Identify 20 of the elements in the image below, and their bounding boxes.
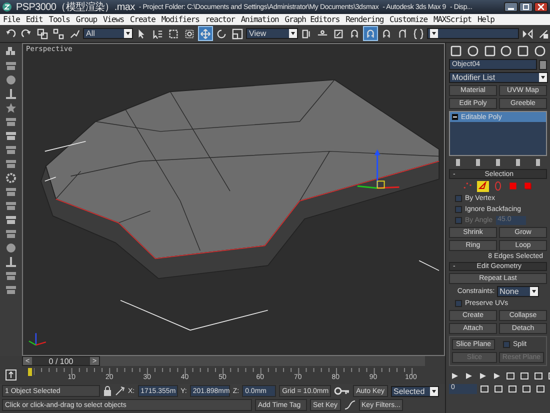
menu-item[interactable]: Views bbox=[102, 15, 124, 24]
constraints-dropdown[interactable]: None bbox=[496, 286, 539, 297]
menu-item[interactable]: Rendering bbox=[346, 15, 384, 24]
menu-item[interactable]: reactor bbox=[205, 15, 235, 24]
reference-coordinate-dropdown[interactable]: View bbox=[246, 28, 298, 39]
menu-item[interactable]: Tools bbox=[48, 15, 70, 24]
menu-item[interactable]: Edit bbox=[26, 15, 43, 24]
modifier-list-dropdown[interactable]: Modifier List bbox=[449, 72, 548, 83]
menu-item[interactable]: Help bbox=[477, 15, 494, 24]
selection-filter-dropdown[interactable]: All bbox=[83, 28, 133, 39]
key-mode-dropdown[interactable]: Selected bbox=[390, 386, 439, 396]
menu-item[interactable]: Graph Editors bbox=[284, 15, 340, 24]
window-title: PSP3000（模型渲染）.max bbox=[16, 0, 135, 14]
menu-item[interactable]: Create bbox=[130, 15, 156, 24]
menu-item[interactable]: Group bbox=[76, 15, 97, 24]
menu-item[interactable]: Modifiers bbox=[161, 15, 200, 24]
menu-item[interactable]: File bbox=[3, 15, 20, 24]
menu-item[interactable]: Animation bbox=[240, 15, 279, 24]
menu-item[interactable]: MAXScript bbox=[434, 15, 472, 24]
menu-item[interactable]: Customize bbox=[390, 15, 428, 24]
